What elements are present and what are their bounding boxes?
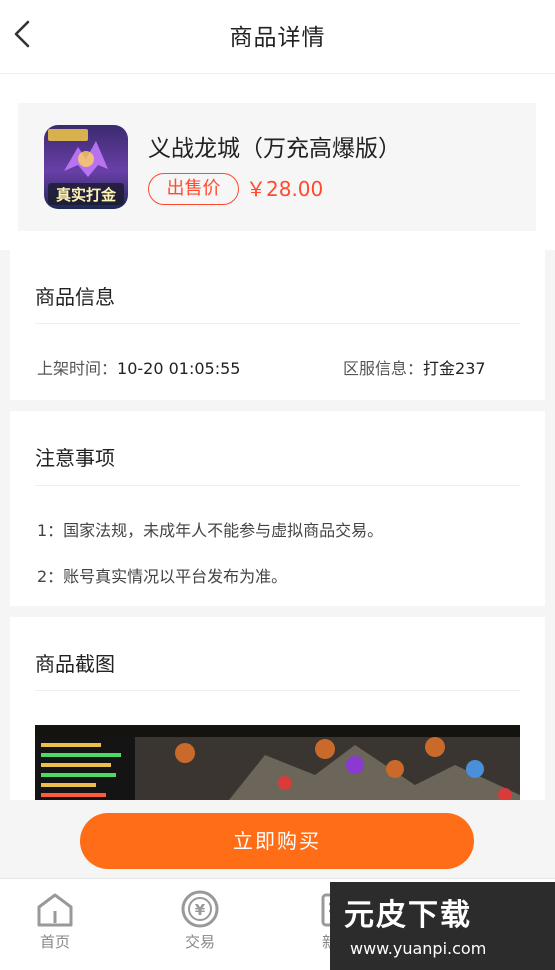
divider: [35, 485, 520, 486]
listing-time-label: 上架时间：: [37, 359, 118, 378]
server-info-label: 区服信息：: [343, 359, 424, 378]
tab-label: 首页: [39, 933, 70, 951]
notice-card: 注意事项 1：国家法规，未成年人不能参与虚拟商品交易。 2：账号真实情况以平台发…: [10, 411, 545, 606]
trade-icon: ¥: [181, 890, 219, 928]
divider: [35, 323, 520, 324]
tab-trade[interactable]: ¥ 交易: [145, 879, 255, 970]
product-price: ￥28.00: [246, 177, 324, 201]
watermark-overlay: 元皮下载 www.yuanpi.com: [330, 882, 555, 970]
header: 商品详情: [0, 0, 555, 74]
product-section: 真实打金 义战龙城（万充高爆版） 出售价 ￥28.00: [0, 74, 555, 250]
watermark-title: 元皮下载: [344, 898, 472, 933]
section-title: 商品信息: [35, 285, 115, 309]
listing-time-value: 10-20 01:05:55: [117, 359, 241, 378]
notice-item: 1：国家法规，未成年人不能参与虚拟商品交易。: [37, 521, 384, 540]
server-info-value: 打金237: [423, 359, 486, 378]
section-title: 注意事项: [35, 446, 115, 470]
svg-text:真实打金: 真实打金: [56, 186, 117, 204]
section-title: 商品截图: [35, 652, 115, 676]
price-tag-badge: 出售价: [148, 173, 239, 205]
game-icon: 真实打金: [44, 125, 128, 209]
tab-home[interactable]: 首页: [0, 879, 110, 970]
product-card[interactable]: 真实打金 义战龙城（万充高爆版） 出售价 ￥28.00: [18, 103, 536, 231]
notice-item: 2：账号真实情况以平台发布为准。: [37, 567, 288, 586]
listing-time: 上架时间：10-20 01:05:55: [37, 355, 240, 379]
divider: [35, 690, 520, 691]
product-info-card: 商品信息 上架时间：10-20 01:05:55 区服信息：打金237: [10, 250, 545, 400]
tab-label: 交易: [184, 933, 215, 951]
screenshots-card: 商品截图: [10, 617, 545, 817]
buy-now-button[interactable]: 立即购买: [80, 813, 474, 869]
watermark-url: www.yuanpi.com: [350, 939, 487, 958]
game-screenshot[interactable]: [35, 725, 520, 805]
page-title: 商品详情: [229, 25, 326, 51]
server-info: 区服信息：打金237: [343, 355, 486, 379]
home-icon: [37, 893, 73, 927]
product-name: 义战龙城（万充高爆版）: [148, 136, 401, 162]
svg-text:¥: ¥: [195, 901, 206, 919]
